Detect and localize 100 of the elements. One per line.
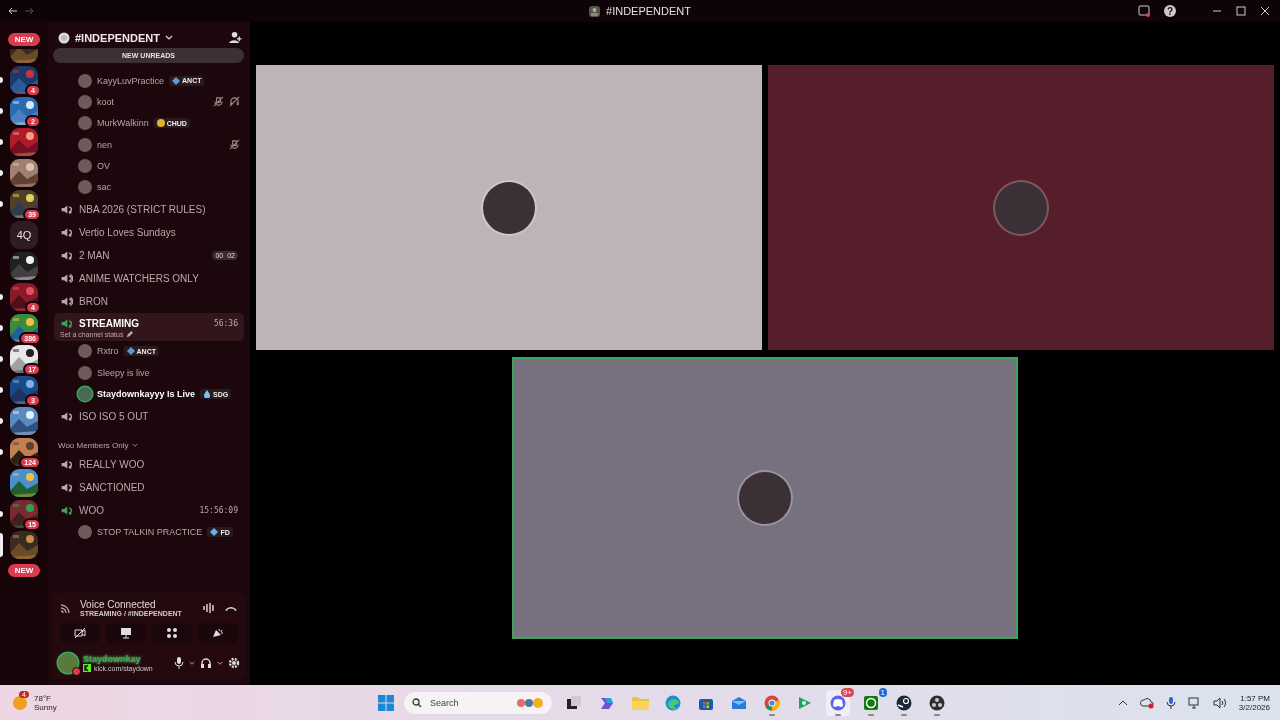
- edge-icon: [665, 694, 681, 711]
- member-row[interactable]: sac: [54, 176, 244, 198]
- member-name[interactable]: STOP TALKIN PRACTICE: [97, 527, 203, 538]
- headphones-icon[interactable]: [200, 657, 212, 669]
- member-name[interactable]: Sleepy is live: [97, 367, 150, 378]
- server-item[interactable]: [0, 531, 38, 559]
- channel-name: SANCTIONED: [79, 481, 145, 493]
- network-icon[interactable]: [1187, 696, 1201, 709]
- obs-icon: [929, 694, 945, 711]
- screen-share-button[interactable]: [106, 623, 146, 643]
- clock-time[interactable]: 1:57 PM: [1240, 693, 1270, 703]
- channel-row[interactable]: BRON: [54, 289, 244, 313]
- help-icon[interactable]: ?: [1164, 5, 1176, 17]
- username: Staydownkay: [83, 654, 142, 664]
- channel-row[interactable]: REALLY WOO: [54, 452, 244, 476]
- video-tile[interactable]: [768, 65, 1274, 350]
- channel-row[interactable]: WOO 15:56:09: [54, 498, 244, 522]
- signal-icon: [60, 602, 72, 614]
- member-row[interactable]: nen: [54, 133, 244, 156]
- channel-row[interactable]: NBA 2026 (STRICT RULES): [54, 197, 244, 221]
- running-indicator: [868, 713, 874, 716]
- maximize-icon[interactable]: [1236, 6, 1246, 16]
- server-name[interactable]: #INDEPENDENT: [75, 31, 160, 44]
- waveform-icon[interactable]: [202, 602, 216, 614]
- close-icon[interactable]: [1260, 6, 1270, 16]
- channel-row[interactable]: Vertio Loves Sundays: [54, 220, 244, 244]
- camera-off-button[interactable]: [60, 623, 100, 643]
- play-icon: [797, 694, 813, 711]
- channel-row[interactable]: SANCTIONED: [54, 475, 244, 499]
- user-avatar[interactable]: [58, 653, 78, 673]
- channel-name: BRON: [79, 295, 108, 307]
- server-item[interactable]: [0, 407, 38, 435]
- server-badge-icon: [58, 31, 70, 44]
- microphone-icon[interactable]: [174, 657, 184, 669]
- channel-name: ANIME WATCHERS ONLY: [79, 272, 199, 284]
- server-item[interactable]: [0, 128, 38, 156]
- user-avatar: [995, 181, 1047, 234]
- chevron-up-icon[interactable]: [1117, 698, 1128, 707]
- soundboard-icon: [212, 627, 224, 639]
- search-highlight-icon: [515, 696, 545, 709]
- member-name[interactable]: koot: [97, 96, 114, 107]
- microphone-icon[interactable]: [1165, 696, 1176, 709]
- window-title: #INDEPENDENT: [606, 5, 691, 17]
- server-item[interactable]: 4Q: [0, 221, 38, 249]
- channel-name: 2 MAN: [79, 249, 110, 261]
- running-indicator: [934, 713, 940, 716]
- steam-icon: [896, 694, 912, 711]
- channel-row[interactable]: ANIME WATCHERS ONLY: [54, 266, 244, 290]
- member-name[interactable]: Staydownkayyy Is Live: [97, 389, 196, 399]
- chevron-down-icon[interactable]: [164, 34, 173, 41]
- add-user-icon[interactable]: [229, 31, 242, 44]
- volume-icon[interactable]: [1212, 696, 1227, 709]
- video-tile[interactable]: [256, 65, 762, 350]
- user-avatar: [739, 472, 791, 524]
- channel-name: NBA 2026 (STRICT RULES): [79, 203, 206, 215]
- window-icon: [566, 694, 582, 711]
- soundboard-button[interactable]: [198, 623, 238, 643]
- server-item[interactable]: [0, 159, 38, 187]
- folder-icon: [631, 695, 649, 710]
- call-timer: 15:56:09: [199, 505, 238, 515]
- member-name[interactable]: nen: [97, 139, 113, 150]
- member-name[interactable]: MurkWalkinn: [97, 118, 149, 129]
- chrome-icon: [764, 694, 780, 711]
- channel-name: STREAMING: [79, 317, 139, 329]
- clock-date[interactable]: 3/2/2026: [1238, 702, 1270, 712]
- member-row[interactable]: Sleepy is live: [54, 362, 244, 384]
- weather-condition: Sunny: [34, 702, 57, 712]
- member-row[interactable]: OV: [54, 155, 244, 177]
- category-name[interactable]: Woo Members Only: [58, 440, 129, 450]
- forward-icon[interactable]: [24, 6, 34, 16]
- cloud-icon[interactable]: [1139, 696, 1154, 709]
- member-name[interactable]: OV: [97, 160, 110, 171]
- caret-icon[interactable]: [189, 660, 195, 666]
- notification-badge: 1: [878, 687, 887, 697]
- activities-button[interactable]: [152, 623, 192, 643]
- server-icon[interactable]: 4Q: [10, 221, 38, 249]
- member-name[interactable]: KayyLuvPractice: [97, 75, 165, 86]
- member-name[interactable]: sac: [97, 182, 111, 193]
- sun-icon[interactable]: [12, 694, 28, 711]
- mail-icon: [731, 694, 747, 711]
- member-row[interactable]: koot: [54, 91, 244, 113]
- temperature: 78°F: [34, 693, 52, 703]
- xbox-icon: [863, 694, 879, 711]
- member-name[interactable]: Rxtro: [97, 346, 119, 357]
- back-icon[interactable]: [8, 6, 18, 16]
- search-field[interactable]: Search: [403, 690, 553, 715]
- screen-share-icon: [120, 627, 132, 639]
- video-tile[interactable]: [512, 357, 1018, 639]
- windows-icon[interactable]: [378, 694, 394, 711]
- discord-icon: [830, 694, 846, 711]
- kick-icon: [83, 664, 91, 672]
- new-pill[interactable]: NEW: [7, 564, 41, 577]
- channel-name: ISO ISO 5 OUT: [79, 410, 149, 422]
- status-icon: [72, 667, 81, 676]
- channel-name: WOO: [79, 504, 104, 516]
- settings-icon[interactable]: [228, 657, 240, 669]
- screen-icon[interactable]: [1138, 5, 1150, 17]
- caret-icon[interactable]: [217, 660, 223, 666]
- new-pill[interactable]: NEW: [7, 33, 41, 46]
- channel-row[interactable]: ISO ISO 5 OUT: [54, 404, 244, 428]
